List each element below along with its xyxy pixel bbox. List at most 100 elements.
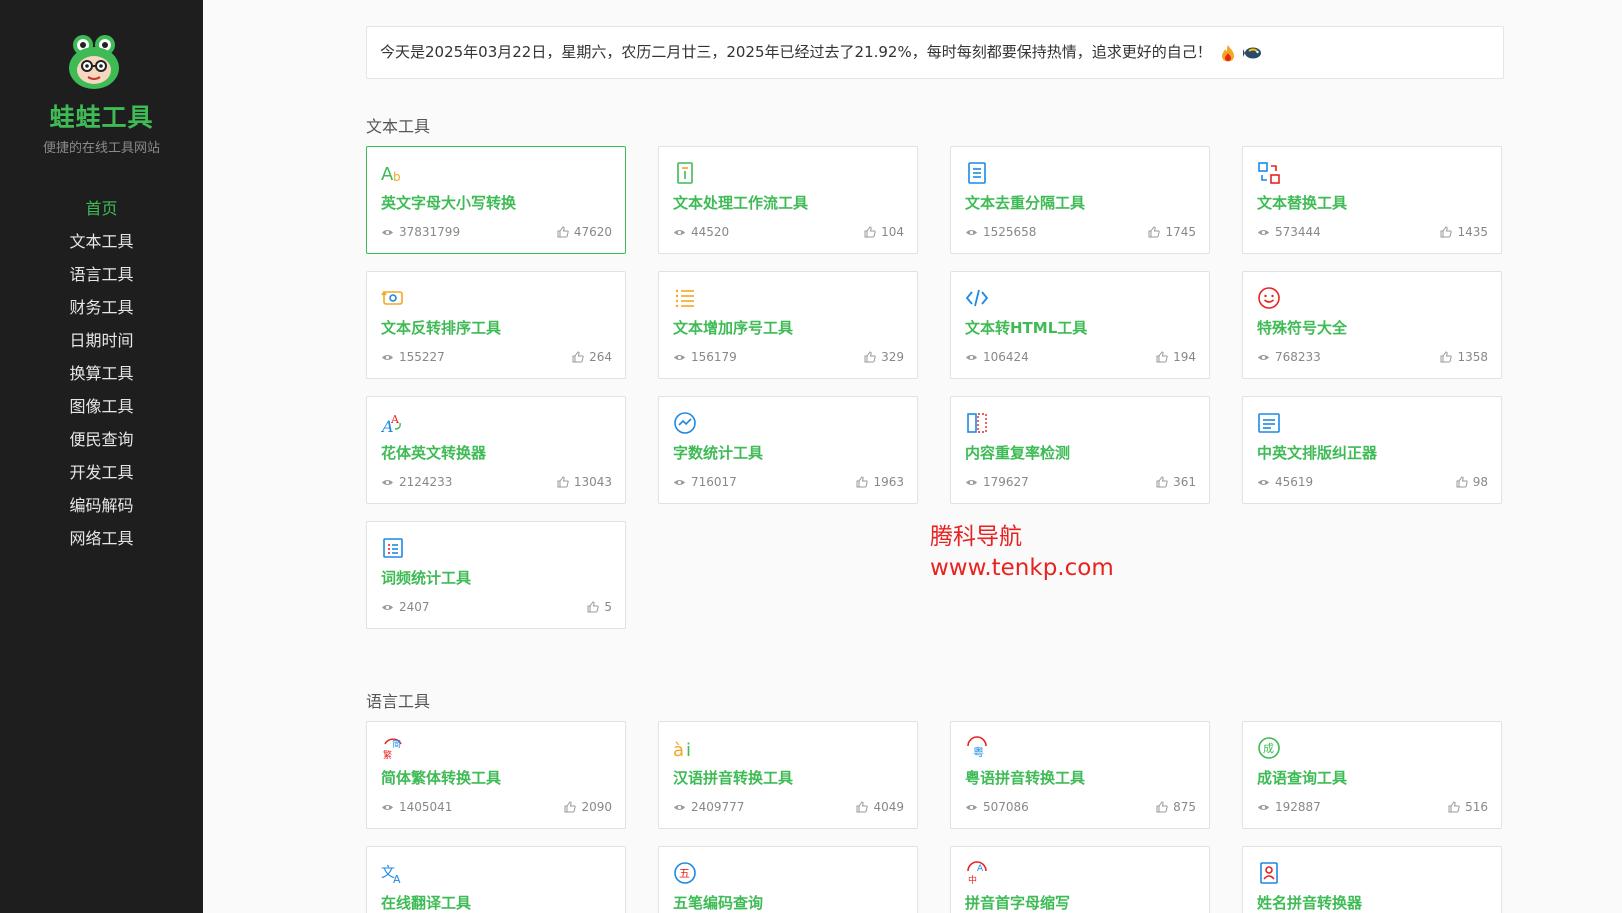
- thumbs-up-icon[interactable]: [1156, 476, 1168, 488]
- tool-card-title[interactable]: 花体英文转换器: [381, 442, 486, 463]
- tool-card-likes[interactable]: 516: [1448, 800, 1488, 814]
- text-case-icon: Ab: [381, 164, 401, 185]
- tool-card[interactable]: 文本处理工作流工具 44520 104: [658, 146, 918, 254]
- nav-item-text-tools[interactable]: 文本工具: [0, 225, 203, 258]
- thumbs-up-icon[interactable]: [587, 601, 600, 613]
- nav-item-finance-tools[interactable]: 财务工具: [0, 291, 203, 324]
- tool-card[interactable]: 文 A 在线翻译工具: [366, 846, 626, 913]
- tool-card-title[interactable]: 内容重复率检测: [965, 442, 1070, 463]
- thumbs-up-icon[interactable]: [557, 476, 569, 488]
- tool-card-likes[interactable]: 1358: [1440, 350, 1488, 364]
- nav-item-home[interactable]: 首页: [0, 192, 203, 225]
- nav-item-conversion-tools[interactable]: 换算工具: [0, 357, 203, 390]
- tool-card-likes[interactable]: 5: [587, 600, 612, 614]
- tool-card-title[interactable]: 文本转HTML工具: [965, 317, 1087, 338]
- tool-card-likes[interactable]: 329: [864, 350, 904, 364]
- nav-item-dev-tools[interactable]: 开发工具: [0, 456, 203, 489]
- tool-card-likes[interactable]: 2090: [564, 800, 612, 814]
- tool-card-title[interactable]: 简体繁体转换工具: [381, 767, 501, 788]
- tool-card[interactable]: 中英文排版纠正器 45619 98: [1242, 396, 1502, 504]
- tool-card-title[interactable]: 粤语拼音转换工具: [965, 767, 1085, 788]
- thumbs-up-icon[interactable]: [564, 801, 577, 813]
- tool-card[interactable]: 字数统计工具 716017 1963: [658, 396, 918, 504]
- like-count: 13043: [573, 475, 612, 489]
- thumbs-up-icon[interactable]: [1456, 476, 1468, 488]
- thumbs-up-icon[interactable]: [864, 351, 876, 363]
- nav-item-encode-decode[interactable]: 编码解码: [0, 489, 203, 522]
- nav-item-network-tools[interactable]: 网络工具: [0, 522, 203, 555]
- tool-card-title[interactable]: 特殊符号大全: [1257, 317, 1347, 338]
- thumbs-up-icon[interactable]: [1448, 801, 1460, 813]
- tool-card[interactable]: 特殊符号大全 768233 1358: [1242, 271, 1502, 379]
- tool-card[interactable]: Ab 英文字母大小写转换 37831799 47620: [366, 146, 626, 254]
- tool-card-title[interactable]: 姓名拼音转换器: [1257, 892, 1362, 913]
- tool-card[interactable]: 五五笔编码查询: [658, 846, 918, 913]
- tool-card[interactable]: 文本反转排序工具 155227 264: [366, 271, 626, 379]
- tool-card-title[interactable]: 在线翻译工具: [381, 892, 471, 913]
- tool-card-title[interactable]: 文本反转排序工具: [381, 317, 501, 338]
- tool-card-title[interactable]: 文本处理工作流工具: [673, 192, 808, 213]
- nav-item-image-tools[interactable]: 图像工具: [0, 390, 203, 423]
- tool-card-likes[interactable]: 264: [572, 350, 612, 364]
- tool-card-likes[interactable]: 1963: [856, 475, 904, 489]
- svg-text:粤: 粤: [973, 745, 984, 759]
- thumbs-up-icon[interactable]: [1440, 226, 1453, 238]
- tool-card[interactable]: à i 汉语拼音转换工具 2409777 4049: [658, 721, 918, 829]
- tool-card-likes[interactable]: 194: [1156, 350, 1196, 364]
- tool-card-likes[interactable]: 4049: [856, 800, 904, 814]
- tool-card-title[interactable]: 字数统计工具: [673, 442, 763, 463]
- tool-card[interactable]: 文本增加序号工具 156179 329: [658, 271, 918, 379]
- tool-card-likes[interactable]: 361: [1156, 475, 1196, 489]
- initials-icon: A中: [967, 861, 987, 885]
- site-name[interactable]: 蛙蛙工具: [0, 98, 203, 134]
- thumbs-up-icon[interactable]: [1440, 351, 1453, 363]
- tool-card-title[interactable]: 英文字母大小写转换: [381, 192, 516, 213]
- thumbs-up-icon[interactable]: [572, 351, 584, 363]
- tool-card-title[interactable]: 汉语拼音转换工具: [673, 767, 793, 788]
- tool-card-likes[interactable]: 98: [1456, 475, 1488, 489]
- tool-card[interactable]: A 中拼音首字母缩写: [950, 846, 1210, 913]
- tool-card-likes[interactable]: 13043: [557, 475, 612, 489]
- tool-card[interactable]: 姓名拼音转换器: [1242, 846, 1502, 913]
- thumbs-up-icon[interactable]: [856, 476, 869, 488]
- nav-item-date-time[interactable]: 日期时间: [0, 324, 203, 357]
- svg-text:i: i: [686, 740, 691, 760]
- tool-card-likes[interactable]: 1435: [1440, 225, 1488, 239]
- eye-icon: [965, 354, 978, 360]
- tool-card-likes[interactable]: 875: [1156, 800, 1196, 814]
- thumbs-up-icon[interactable]: [864, 226, 876, 238]
- thumbs-up-icon[interactable]: [557, 226, 569, 238]
- tool-card-title[interactable]: 中英文排版纠正器: [1257, 442, 1377, 463]
- nav-item-convenience-query[interactable]: 便民查询: [0, 423, 203, 456]
- view-count: 106424: [983, 350, 1029, 364]
- tool-card[interactable]: 内容重复率检测 179627 361: [950, 396, 1210, 504]
- nav-item-language-tools[interactable]: 语言工具: [0, 258, 203, 291]
- thumbs-up-icon[interactable]: [1156, 801, 1168, 813]
- tool-card-views: 507086: [965, 800, 1029, 814]
- tool-card-views: 106424: [965, 350, 1029, 364]
- frog-logo-icon[interactable]: [68, 32, 120, 90]
- tool-card[interactable]: 词频统计工具 2407 5: [366, 521, 626, 629]
- thumbs-up-icon[interactable]: [856, 801, 869, 813]
- tool-card-title[interactable]: 五笔编码查询: [673, 892, 763, 913]
- thumbs-up-icon[interactable]: [1148, 226, 1161, 238]
- tool-card[interactable]: 简繁简体繁体转换工具 1405041 2090: [366, 721, 626, 829]
- tool-card-likes[interactable]: 47620: [557, 225, 612, 239]
- tool-card[interactable]: 成成语查询工具 192887 516: [1242, 721, 1502, 829]
- tool-card[interactable]: 粤粤语拼音转换工具 507086 875: [950, 721, 1210, 829]
- tool-card-likes[interactable]: 104: [864, 225, 904, 239]
- tool-card[interactable]: 文本转HTML工具 106424 194: [950, 271, 1210, 379]
- tool-card-title[interactable]: 成语查询工具: [1257, 767, 1347, 788]
- thumbs-up-icon[interactable]: [1156, 351, 1168, 363]
- tool-card-title[interactable]: 文本替换工具: [1257, 192, 1347, 213]
- tool-card-title[interactable]: 文本增加序号工具: [673, 317, 793, 338]
- tool-card-title[interactable]: 拼音首字母缩写: [965, 892, 1070, 913]
- tool-card-views: 573444: [1257, 225, 1321, 239]
- eye-icon: [965, 229, 978, 235]
- tool-card-title[interactable]: 词频统计工具: [381, 567, 471, 588]
- tool-card-likes[interactable]: 1745: [1148, 225, 1196, 239]
- tool-card[interactable]: A A 花体英文转换器 2124233 13043: [366, 396, 626, 504]
- tool-card[interactable]: 文本去重分隔工具 1525658 1745: [950, 146, 1210, 254]
- tool-card-title[interactable]: 文本去重分隔工具: [965, 192, 1085, 213]
- tool-card[interactable]: 文本替换工具 573444 1435: [1242, 146, 1502, 254]
